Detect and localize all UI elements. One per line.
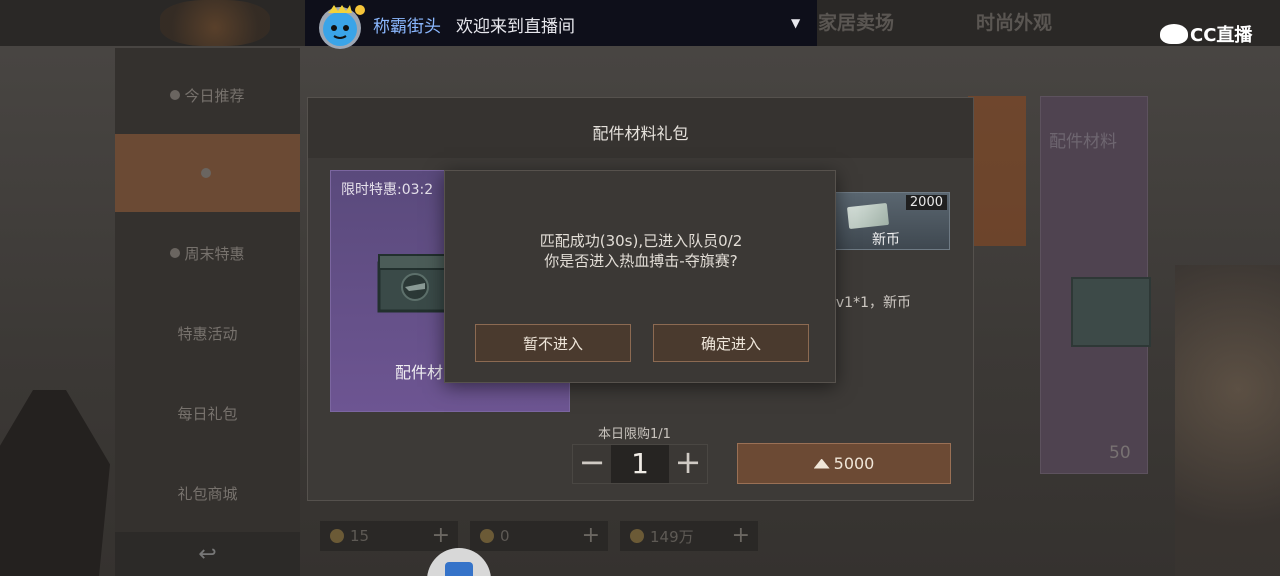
- streamer-name[interactable]: 称霸街头: [373, 12, 441, 37]
- side-menu: 今日推荐 周末特惠 特惠活动 每日礼包 礼包商城: [115, 48, 300, 576]
- reward-currency-card[interactable]: 2000 新币: [835, 192, 950, 250]
- side-item-label: 礼包商城: [177, 484, 238, 503]
- pack-item-name: 配件材: [395, 363, 444, 382]
- side-item-label: 周末特惠: [184, 244, 245, 263]
- decline-button[interactable]: 暂不进入: [475, 324, 631, 362]
- cc-live-logo: CC直播: [1160, 21, 1252, 47]
- points-icon: [630, 529, 644, 543]
- side-pack-title: 配件材料: [1049, 132, 1117, 152]
- streamer-avatar[interactable]: [314, 2, 370, 50]
- mascot-logo: [160, 0, 270, 46]
- chest-icon: [1071, 277, 1151, 347]
- side-item-label: 特惠活动: [177, 324, 238, 343]
- platform-name: CC直播: [1190, 25, 1253, 46]
- limited-time-timer: 限时特惠:03:2: [341, 182, 434, 198]
- tab-home-store[interactable]: 家居卖场: [818, 8, 894, 35]
- banknote-icon: [846, 202, 890, 230]
- character-decoration: [1175, 265, 1280, 576]
- side-item-label: 每日礼包: [177, 404, 238, 423]
- currency-amount: 149万: [650, 527, 694, 546]
- gold-icon: [813, 458, 830, 469]
- buy-price: 5000: [833, 454, 875, 473]
- side-item-today[interactable]: 今日推荐: [115, 56, 300, 134]
- coin-icon: [330, 529, 344, 543]
- promo-card-edge: [968, 96, 1026, 246]
- side-item-label: 今日推荐: [184, 86, 245, 105]
- currency-amount: 15: [350, 527, 370, 545]
- side-item-weekend[interactable]: 周末特惠: [115, 214, 300, 292]
- match-status-text: 匹配成功(30s),已进入队员0/2: [539, 232, 743, 250]
- weapon-chest-icon: [377, 254, 453, 313]
- back-button[interactable]: ↩: [115, 532, 300, 576]
- bullet-icon: [170, 248, 181, 258]
- currency-points: 149万 +: [620, 521, 758, 551]
- reward-label: 新币: [872, 232, 900, 248]
- decrease-button[interactable]: −: [573, 445, 611, 483]
- currency-ticket: 0 +: [470, 521, 608, 551]
- bullet-icon: [170, 90, 181, 100]
- side-pack-price: 50: [1109, 443, 1131, 463]
- confirm-button[interactable]: 确定进入: [653, 324, 809, 362]
- tab-fashion[interactable]: 时尚外观: [976, 8, 1052, 35]
- reward-amount-badge: 2000: [905, 195, 947, 210]
- side-item-mall[interactable]: 礼包商城: [115, 454, 300, 532]
- back-arrow-icon: ↩: [198, 541, 217, 567]
- quantity-stepper: − 1 +: [572, 444, 708, 484]
- side-item-events[interactable]: 特惠活动: [115, 294, 300, 372]
- panel-title: 配件材料礼包: [308, 98, 973, 158]
- daily-limit-text: 本日限购1/1: [598, 427, 671, 442]
- side-item-active[interactable]: [115, 134, 300, 212]
- side-item-daily[interactable]: 每日礼包: [115, 374, 300, 452]
- add-points-button[interactable]: +: [732, 523, 750, 548]
- currency-amount: 0: [500, 527, 510, 545]
- chat-icon: [445, 562, 473, 576]
- match-question-text: 你是否进入热血搏击-夺旗赛?: [544, 252, 738, 270]
- add-gold-button[interactable]: +: [432, 523, 450, 548]
- add-ticket-button[interactable]: +: [582, 523, 600, 548]
- buy-button[interactable]: 5000: [737, 443, 951, 484]
- increase-button[interactable]: +: [669, 445, 707, 483]
- welcome-message: 欢迎来到直播间: [456, 17, 575, 37]
- side-pack-card[interactable]: 配件材料 50: [1040, 96, 1151, 474]
- ticket-icon: [480, 529, 494, 543]
- currency-gold: 15 +: [320, 521, 458, 551]
- cat-logo-icon: [1160, 24, 1188, 44]
- match-confirm-dialog: 匹配成功(30s),已进入队员0/2 你是否进入热血搏击-夺旗赛? 暂不进入 确…: [444, 170, 836, 383]
- chevron-down-icon[interactable]: ▼: [791, 16, 800, 30]
- quantity-value[interactable]: 1: [611, 445, 669, 483]
- clock-icon: [200, 168, 211, 178]
